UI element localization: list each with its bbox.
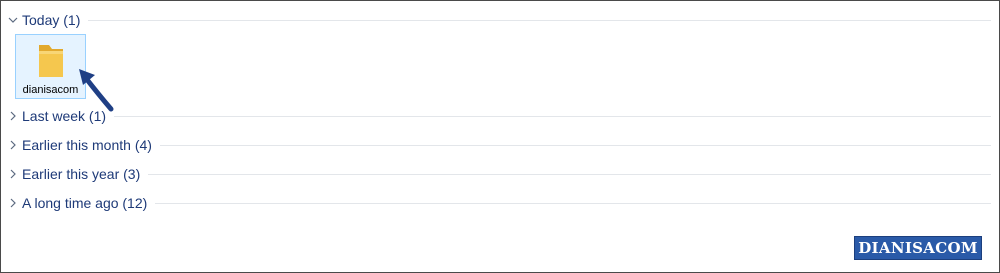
watermark-logo: DIANISACOM bbox=[854, 236, 982, 260]
chevron-right-icon[interactable] bbox=[7, 110, 19, 122]
chevron-down-icon[interactable] bbox=[7, 14, 19, 26]
group-label: Earlier this year (3) bbox=[22, 166, 141, 182]
chevron-right-icon[interactable] bbox=[7, 197, 19, 209]
chevron-right-icon[interactable] bbox=[7, 139, 19, 151]
group-header-earlier-this-year[interactable]: Earlier this year (3) bbox=[7, 164, 991, 184]
folder-icon bbox=[39, 45, 63, 77]
group-divider bbox=[148, 173, 991, 175]
group-divider bbox=[88, 19, 991, 21]
group-label: A long time ago (12) bbox=[22, 195, 148, 211]
group-label: Earlier this month (4) bbox=[22, 137, 152, 153]
group-label: Last week (1) bbox=[22, 108, 107, 124]
group-header-last-week[interactable]: Last week (1) bbox=[7, 106, 991, 126]
chevron-right-icon[interactable] bbox=[7, 168, 19, 180]
group-header-today[interactable]: Today (1) bbox=[7, 10, 991, 30]
group-divider bbox=[159, 144, 991, 146]
group-label: Today (1) bbox=[22, 12, 81, 28]
file-explorer-view: Today (1) dianisacom Last week (1) Earli… bbox=[0, 0, 1000, 273]
group-divider bbox=[155, 202, 991, 204]
group-divider bbox=[114, 115, 991, 117]
group-header-earlier-this-month[interactable]: Earlier this month (4) bbox=[7, 135, 991, 155]
group-header-a-long-time-ago[interactable]: A long time ago (12) bbox=[7, 193, 991, 213]
